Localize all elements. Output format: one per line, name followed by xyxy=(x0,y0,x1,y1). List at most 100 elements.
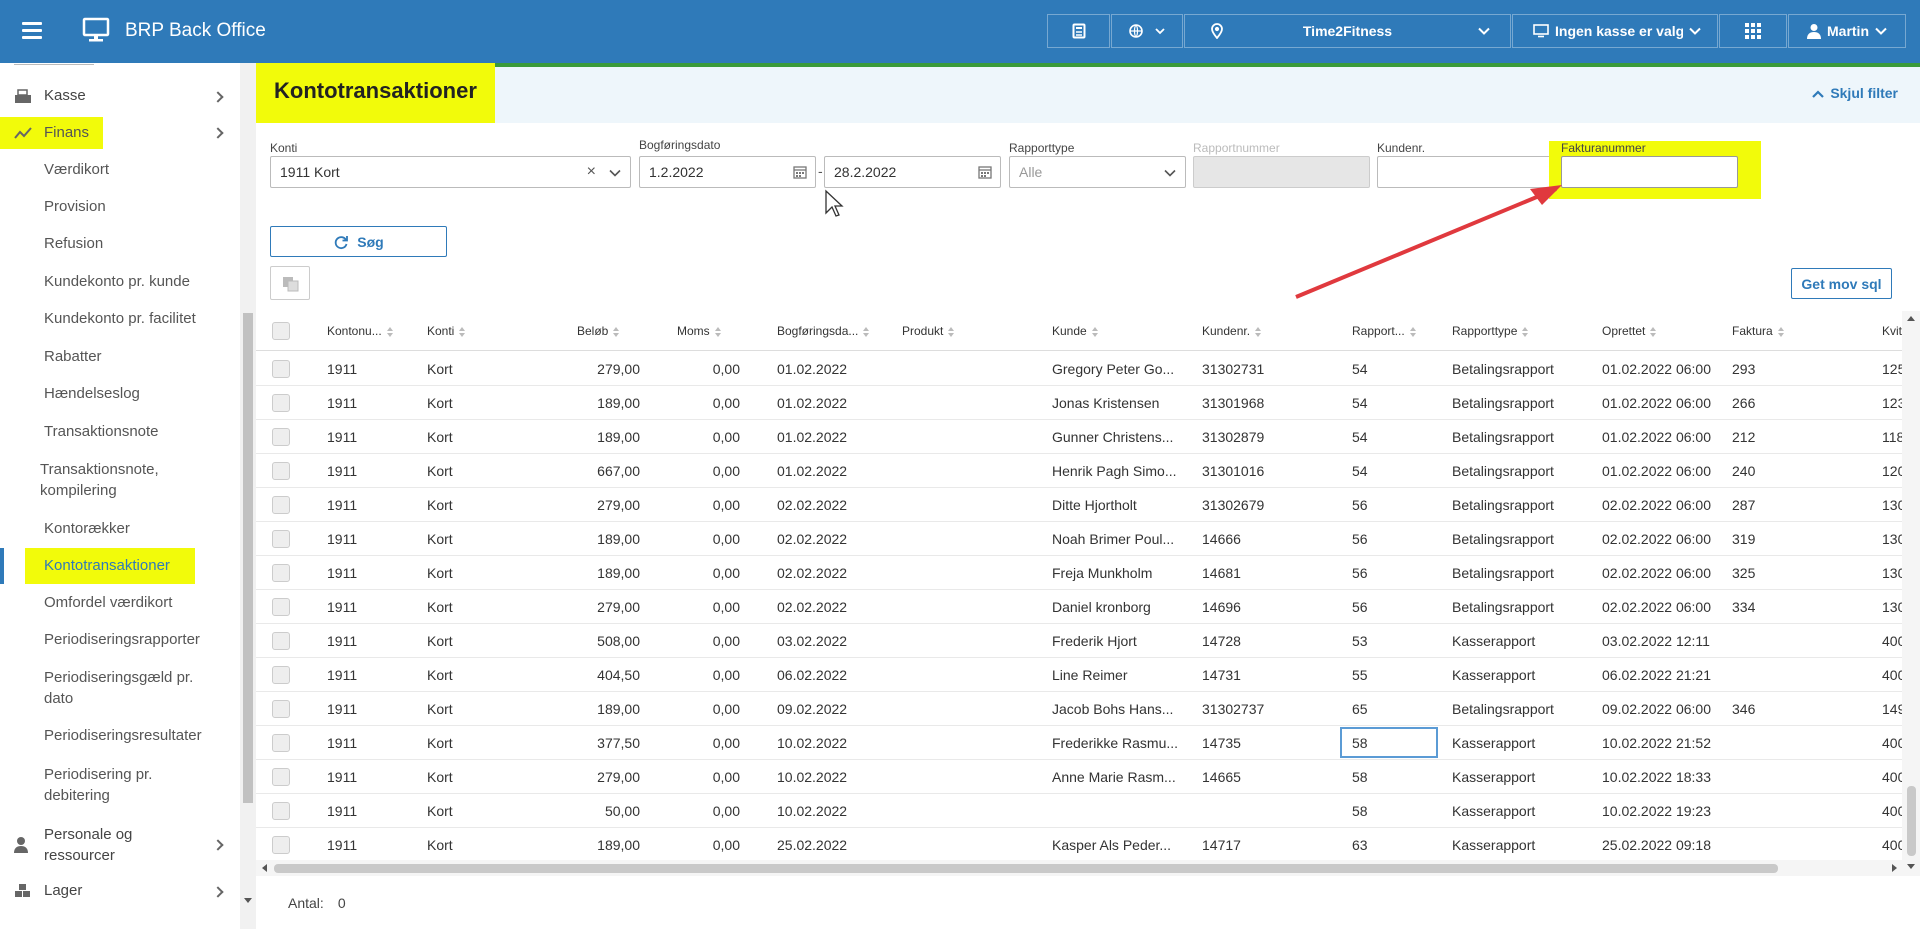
column-header[interactable]: Kunde xyxy=(1052,324,1099,338)
date-from-field[interactable]: 1.2.2022 xyxy=(639,156,816,188)
column-header-label: Faktura xyxy=(1732,324,1773,338)
scroll-down-arrow-icon[interactable] xyxy=(244,898,252,904)
rapporttype-select[interactable]: Alle xyxy=(1009,156,1186,188)
row-checkbox[interactable] xyxy=(272,394,290,412)
sidebar-item-provision[interactable]: Provision xyxy=(0,198,240,222)
get-mov-sql-button[interactable]: Get mov sql xyxy=(1791,268,1892,299)
row-checkbox[interactable] xyxy=(272,360,290,378)
sidebar-item-transaktionsnote[interactable]: Transaktionsnote xyxy=(0,423,240,447)
table-row[interactable]: 1911 Kort 189,00 0,00 25.02.2022 Kasper Als P… xyxy=(256,828,1920,862)
sidebar-item-kontotransaktioner[interactable]: Kontotransaktioner xyxy=(0,548,240,584)
apps-grid-button[interactable] xyxy=(1719,14,1787,48)
calculator-button[interactable] xyxy=(1047,14,1110,48)
sidebar-item-rabatter[interactable]: Rabatter xyxy=(0,348,240,372)
rapporttype-label: Rapporttype xyxy=(1009,141,1075,155)
table-row[interactable]: 1911 Kort 667,00 0,00 01.02.2022 Henrik Pagh … xyxy=(256,454,1920,488)
sidebar-item-personale[interactable]: Personale og ressourcer xyxy=(0,823,240,867)
sidebar-item-kontoraekker[interactable]: Kontorækker xyxy=(0,520,240,544)
sidebar-item-omfordel-vaerdikort[interactable]: Omfordel værdikort xyxy=(0,594,240,618)
table-row[interactable]: 1911 Kort 279,00 0,00 10.02.2022 Anne Marie R… xyxy=(256,760,1920,794)
chevron-up-icon xyxy=(1812,90,1825,98)
scrollbar-thumb[interactable] xyxy=(1907,786,1916,856)
sidebar-item-periodiseringsgaeld[interactable]: Periodiseringsgæld pr. dato xyxy=(0,667,240,711)
row-checkbox[interactable] xyxy=(272,768,290,786)
hamburger-menu-icon[interactable] xyxy=(22,22,42,40)
calendar-icon[interactable] xyxy=(793,165,807,179)
scrollbar-thumb[interactable] xyxy=(274,864,1778,873)
sidebar-scrollbar[interactable] xyxy=(240,63,256,929)
table-horizontal-scrollbar[interactable] xyxy=(256,860,1902,876)
location-select[interactable]: Time2Fitness xyxy=(1184,14,1511,48)
sidebar-item-finans[interactable]: Finans xyxy=(0,117,240,149)
column-header[interactable]: Konti xyxy=(427,324,466,338)
row-checkbox[interactable] xyxy=(272,530,290,548)
scroll-right-arrow-icon[interactable] xyxy=(1892,864,1898,872)
column-header[interactable]: Kundenr. xyxy=(1202,324,1262,338)
column-header[interactable]: Oprettet xyxy=(1602,324,1657,338)
scroll-up-arrow-icon[interactable] xyxy=(1907,315,1915,321)
column-header[interactable]: Kontonu... xyxy=(327,324,394,338)
table-row[interactable]: 1911 Kort 189,00 0,00 01.02.2022 Jonas Kriste… xyxy=(256,386,1920,420)
sidebar-item-vaerdikort[interactable]: Værdikort xyxy=(0,161,240,185)
column-header[interactable]: Kvit xyxy=(1882,324,1902,338)
table-row[interactable]: 1911 Kort 404,50 0,00 06.02.2022 Line Reimer 1… xyxy=(256,658,1920,692)
sidebar-item-kundekonto-kunde[interactable]: Kundekonto pr. kunde xyxy=(0,273,240,297)
sidebar-item-haendelseslog[interactable]: Hændelseslog xyxy=(0,385,240,409)
clear-icon[interactable]: × xyxy=(587,157,596,187)
column-header[interactable]: Beløb xyxy=(577,324,620,338)
copy-button[interactable] xyxy=(270,266,310,300)
table-cell: 1911 xyxy=(327,565,358,581)
column-header[interactable]: Rapport... xyxy=(1352,324,1417,338)
table-vertical-scrollbar[interactable] xyxy=(1902,311,1920,876)
table-row[interactable]: 1911 Kort 279,00 0,00 02.02.2022 Ditte Hjorth… xyxy=(256,488,1920,522)
table-row[interactable]: 1911 Kort 189,00 0,00 02.02.2022 Noah Brimer … xyxy=(256,522,1920,556)
row-checkbox[interactable] xyxy=(272,734,290,752)
sidebar-item-lager[interactable]: Lager xyxy=(0,880,240,904)
row-checkbox[interactable] xyxy=(272,700,290,718)
row-checkbox[interactable] xyxy=(272,836,290,854)
row-checkbox[interactable] xyxy=(272,632,290,650)
row-checkbox[interactable] xyxy=(272,462,290,480)
scroll-down-arrow-icon[interactable] xyxy=(1907,864,1915,870)
table-row[interactable]: 1911 Kort 50,00 0,00 10.02.2022 58 Kasserappor… xyxy=(256,794,1920,828)
column-header[interactable]: Moms xyxy=(677,324,722,338)
sidebar-item-periodisering-debitering[interactable]: Periodisering pr. debitering xyxy=(0,764,240,808)
row-checkbox[interactable] xyxy=(272,428,290,446)
register-select[interactable]: Ingen kasse er valgt xyxy=(1512,14,1718,48)
sidebar-item-kasse[interactable]: Kasse xyxy=(0,85,240,107)
column-header[interactable]: Produkt xyxy=(902,324,955,338)
row-checkbox[interactable] xyxy=(272,666,290,684)
scroll-left-arrow-icon[interactable] xyxy=(261,864,267,872)
select-all-checkbox[interactable] xyxy=(272,322,290,340)
user-menu[interactable]: Martin xyxy=(1788,14,1906,48)
sidebar-item-kundekonto-facilitet[interactable]: Kundekonto pr. facilitet xyxy=(0,310,240,334)
row-checkbox[interactable] xyxy=(272,598,290,616)
table-cell: 02.02.2022 xyxy=(777,599,848,615)
sidebar-item-periodiseringsrapporter[interactable]: Periodiseringsrapporter xyxy=(0,631,240,655)
sidebar-item-transaktionsnote-kompilering[interactable]: Transaktionsnote, kompilering xyxy=(0,459,240,503)
table-cell: Daniel kronborg xyxy=(1052,599,1151,615)
scrollbar-thumb[interactable] xyxy=(243,313,253,803)
table-row[interactable]: 1911 Kort 279,00 0,00 01.02.2022 Gregory Pete… xyxy=(256,352,1920,386)
sidebar-item-refusion[interactable]: Refusion xyxy=(0,235,240,259)
table-row[interactable]: 1911 Kort 189,00 0,00 09.02.2022 Jacob Bohs H… xyxy=(256,692,1920,726)
calendar-icon[interactable] xyxy=(978,165,992,179)
row-checkbox[interactable] xyxy=(272,564,290,582)
search-button[interactable]: Søg xyxy=(270,226,447,257)
table-row[interactable]: 1911 Kort 377,50 0,00 10.02.2022 Frederikke R… xyxy=(256,726,1920,760)
row-checkbox[interactable] xyxy=(272,496,290,514)
table-row[interactable]: 1911 Kort 279,00 0,00 02.02.2022 Daniel kronb… xyxy=(256,590,1920,624)
column-header[interactable]: Bogføringsda... xyxy=(777,324,870,338)
column-header[interactable]: Faktura xyxy=(1732,324,1785,338)
column-header[interactable]: Rapporttype xyxy=(1452,324,1529,338)
hide-filter-button[interactable]: Skjul filter xyxy=(1812,85,1898,101)
table-row[interactable]: 1911 Kort 508,00 0,00 03.02.2022 Frederik Hjo… xyxy=(256,624,1920,658)
konti-select[interactable]: 1911 Kort × xyxy=(270,156,631,188)
sidebar-item-periodiseringsresultater[interactable]: Periodiseringsresultater xyxy=(0,727,240,751)
sort-icon xyxy=(1255,326,1262,337)
date-to-field[interactable]: 28.2.2022 xyxy=(824,156,1001,188)
row-checkbox[interactable] xyxy=(272,802,290,820)
table-row[interactable]: 1911 Kort 189,00 0,00 01.02.2022 Gunner Chris… xyxy=(256,420,1920,454)
world-location-button[interactable] xyxy=(1111,14,1183,48)
table-row[interactable]: 1911 Kort 189,00 0,00 02.02.2022 Freja Munkho… xyxy=(256,556,1920,590)
